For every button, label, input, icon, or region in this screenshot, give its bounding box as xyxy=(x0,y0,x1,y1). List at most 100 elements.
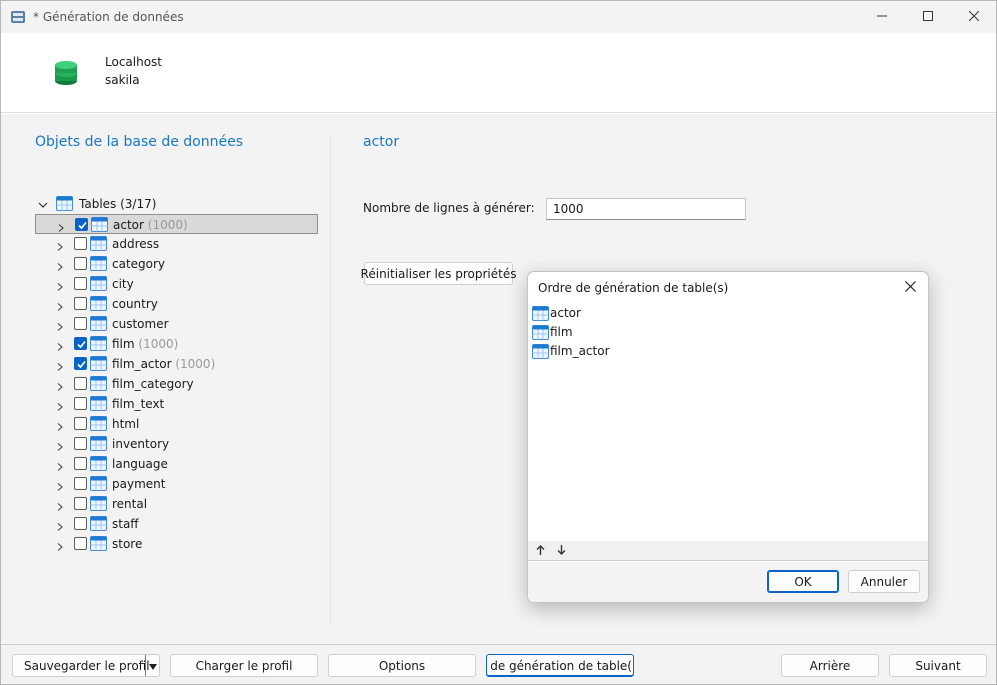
table-checkbox[interactable] xyxy=(75,218,88,231)
save-dropdown-button[interactable] xyxy=(145,655,159,676)
table-checkbox[interactable] xyxy=(74,457,87,470)
tree-row-customer[interactable]: customer xyxy=(35,314,318,334)
tree-row-category[interactable]: category xyxy=(35,254,318,274)
tree-row-payment[interactable]: payment xyxy=(35,474,318,494)
order-item-actor[interactable]: actor xyxy=(532,304,924,322)
table-checkbox[interactable] xyxy=(74,517,87,530)
chevron-right-icon[interactable] xyxy=(56,280,64,291)
table-icon xyxy=(90,276,107,291)
table-icon xyxy=(91,217,108,232)
load-profile-button[interactable]: Charger le profil xyxy=(170,654,318,677)
tree-row-film-category[interactable]: film_category xyxy=(35,374,318,394)
chevron-right-icon[interactable] xyxy=(56,500,64,511)
table-checkbox[interactable] xyxy=(74,437,87,450)
tree-row-staff[interactable]: staff xyxy=(35,514,318,534)
tree-row-label: html xyxy=(112,417,139,431)
minimize-button[interactable] xyxy=(859,1,905,33)
table-name: language xyxy=(112,457,168,471)
table-icon xyxy=(532,344,549,359)
tree-row-label: country xyxy=(112,297,158,311)
table-icon xyxy=(90,536,107,551)
chevron-right-icon[interactable] xyxy=(56,520,64,531)
chevron-right-icon[interactable] xyxy=(56,400,64,411)
chevron-right-icon[interactable] xyxy=(56,360,64,371)
table-checkbox[interactable] xyxy=(74,397,87,410)
tree-row-language[interactable]: language xyxy=(35,454,318,474)
tree-row-store[interactable]: store xyxy=(35,534,318,554)
move-up-button[interactable] xyxy=(533,543,547,559)
chevron-right-icon[interactable] xyxy=(56,420,64,431)
save-profile-button[interactable]: Sauvegarder le profil xyxy=(12,654,160,677)
table-icon xyxy=(90,336,107,351)
back-button[interactable]: Arrière xyxy=(781,654,879,677)
table-icon xyxy=(56,196,73,211)
move-down-button[interactable] xyxy=(554,543,568,559)
tree-row-film-text[interactable]: film_text xyxy=(35,394,318,414)
tree-row-actor[interactable]: actor (1000) xyxy=(35,214,318,234)
chevron-down-icon[interactable] xyxy=(38,199,48,209)
tree-row-country[interactable]: country xyxy=(35,294,318,314)
dialog-close-button[interactable] xyxy=(898,277,922,299)
chevron-right-icon[interactable] xyxy=(56,440,64,451)
chevron-right-icon[interactable] xyxy=(56,540,64,551)
chevron-right-icon[interactable] xyxy=(56,480,64,491)
close-button[interactable] xyxy=(951,1,997,33)
rows-count-input[interactable] xyxy=(546,198,746,220)
table-checkbox[interactable] xyxy=(74,297,87,310)
reset-properties-button[interactable]: Réinitialiser les propriétés xyxy=(361,262,516,285)
table-icon xyxy=(90,496,107,511)
tree-row-inventory[interactable]: inventory xyxy=(35,434,318,454)
chevron-right-icon[interactable] xyxy=(56,380,64,391)
table-checkbox[interactable] xyxy=(74,537,87,550)
table-checkbox[interactable] xyxy=(74,417,87,430)
chevron-right-icon[interactable] xyxy=(57,221,65,232)
order-item-film[interactable]: film xyxy=(532,323,924,341)
chevron-right-icon[interactable] xyxy=(56,300,64,311)
chevron-right-icon[interactable] xyxy=(56,340,64,351)
table-checkbox[interactable] xyxy=(74,237,87,250)
table-name: inventory xyxy=(112,437,170,451)
table-icon xyxy=(90,476,107,491)
chevron-right-icon[interactable] xyxy=(56,460,64,471)
maximize-button[interactable] xyxy=(905,1,951,33)
table-checkbox[interactable] xyxy=(74,377,87,390)
next-button[interactable]: Suivant xyxy=(889,654,987,677)
connection-database: sakila xyxy=(105,73,140,87)
chevron-right-icon[interactable] xyxy=(56,260,64,271)
generation-order-button[interactable]: rdre de génération de table( xyxy=(486,654,634,677)
table-name: country xyxy=(112,297,158,311)
table-checkbox[interactable] xyxy=(74,357,87,370)
close-icon xyxy=(904,281,916,295)
tree-row-film-actor[interactable]: film_actor (1000) xyxy=(35,354,318,374)
table-checkbox[interactable] xyxy=(74,257,87,270)
table-name: payment xyxy=(112,477,166,491)
table-checkbox[interactable] xyxy=(74,277,87,290)
chevron-right-icon[interactable] xyxy=(56,320,64,331)
table-checkbox[interactable] xyxy=(74,317,87,330)
tree-row-rental[interactable]: rental xyxy=(35,494,318,514)
tree-row-label: inventory xyxy=(112,437,169,451)
cancel-button[interactable]: Annuler xyxy=(848,570,920,593)
footer-bar: Sauvegarder le profil Charger le profil … xyxy=(1,644,996,684)
table-icon xyxy=(90,456,107,471)
title-bar: * Génération de données xyxy=(1,1,996,33)
order-item-film-actor[interactable]: film_actor xyxy=(532,342,924,360)
tree-row-city[interactable]: city xyxy=(35,274,318,294)
arrow-up-icon xyxy=(536,544,545,558)
table-name: staff xyxy=(112,517,139,531)
tree-row-film[interactable]: film (1000) xyxy=(35,334,318,354)
table-icon xyxy=(532,325,549,340)
connection-host: Localhost xyxy=(105,55,163,69)
ok-button[interactable]: OK xyxy=(767,570,839,593)
tree-root-tables[interactable]: Tables (3/17) xyxy=(35,194,325,214)
table-icon xyxy=(90,376,107,391)
panel-divider xyxy=(330,134,331,622)
options-button[interactable]: Options xyxy=(328,654,476,677)
table-checkbox[interactable] xyxy=(74,497,87,510)
tree-row-address[interactable]: address xyxy=(35,234,318,254)
table-checkbox[interactable] xyxy=(74,337,87,350)
table-checkbox[interactable] xyxy=(74,477,87,490)
chevron-right-icon[interactable] xyxy=(56,240,64,251)
table-row-count: (1000) xyxy=(147,218,188,232)
tree-row-html[interactable]: html xyxy=(35,414,318,434)
